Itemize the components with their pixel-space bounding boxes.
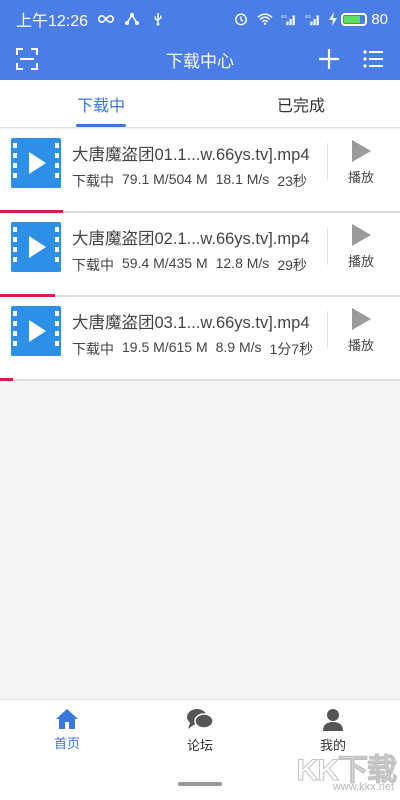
app-bar: 下载中心 xyxy=(0,38,400,80)
download-eta: 29秒 xyxy=(277,257,307,273)
download-meta: 下载中 59.4 M/435 M 12.8 M/s 29秒 xyxy=(72,255,307,275)
download-item[interactable]: 大唐魔盗团01.1...w.66ys.tv].mp4 下载中 79.1 M/50… xyxy=(0,129,400,213)
play-button[interactable]: 播放 xyxy=(335,223,387,279)
battery-indicator: 80 xyxy=(329,11,388,28)
divider xyxy=(327,311,328,349)
divider xyxy=(327,227,328,265)
plus-icon xyxy=(319,49,339,69)
download-status: 下载中 xyxy=(72,173,114,189)
battery-level: 80 xyxy=(371,10,388,28)
home-indicator[interactable] xyxy=(178,782,222,786)
file-name: 大唐魔盗团01.1...w.66ys.tv].mp4 xyxy=(72,146,310,164)
divider xyxy=(327,143,328,181)
home-icon xyxy=(56,709,78,729)
alarm-icon xyxy=(235,13,248,26)
download-size: 19.5 M/615 M xyxy=(122,339,208,355)
tab-completed[interactable]: 已完成 xyxy=(250,80,352,128)
status-bar: 上午12:26 4G 4G 80 xyxy=(0,0,400,38)
play-button[interactable]: 播放 xyxy=(335,307,387,363)
scan-icon xyxy=(16,48,38,70)
watermark-url: www.kkx.net xyxy=(332,781,394,793)
battery-icon xyxy=(341,12,368,26)
list-icon xyxy=(363,50,383,68)
file-name: 大唐魔盗团03.1...w.66ys.tv].mp4 xyxy=(72,314,310,332)
play-icon xyxy=(352,224,371,246)
wifi-icon xyxy=(257,13,273,26)
status-time: 上午12:26 xyxy=(16,13,89,30)
watermark: KK下载 www.kkx.net xyxy=(282,745,400,797)
progress-bar xyxy=(0,378,13,381)
download-status: 下载中 xyxy=(72,257,114,273)
video-file-icon xyxy=(11,222,61,272)
svg-text:4G: 4G xyxy=(305,14,311,19)
download-size: 79.1 M/504 M xyxy=(122,171,208,187)
play-icon xyxy=(352,308,371,330)
download-speed: 8.9 M/s xyxy=(215,339,262,355)
nav-forum[interactable]: 论坛 xyxy=(160,708,240,762)
tab-downloading[interactable]: 下载中 xyxy=(50,80,152,128)
chat-icon xyxy=(187,709,214,729)
download-speed: 18.1 M/s xyxy=(215,171,270,187)
video-thumbnail xyxy=(11,222,61,272)
nav-label: 论坛 xyxy=(186,738,213,753)
download-eta: 23秒 xyxy=(277,173,307,189)
video-thumbnail xyxy=(11,138,61,188)
charging-icon xyxy=(329,12,338,26)
download-size: 59.4 M/435 M xyxy=(122,255,208,271)
download-item[interactable]: 大唐魔盗团02.1...w.66ys.tv].mp4 下载中 59.4 M/43… xyxy=(0,213,400,297)
play-label: 播放 xyxy=(347,254,374,269)
video-file-icon xyxy=(11,306,61,356)
scan-button[interactable] xyxy=(12,44,42,74)
video-file-icon xyxy=(11,138,61,188)
play-label: 播放 xyxy=(347,338,374,353)
infinity-icon xyxy=(98,14,115,24)
signal-icon: 4G xyxy=(305,14,320,26)
svg-text:4G: 4G xyxy=(281,14,287,19)
download-list: 大唐魔盗团01.1...w.66ys.tv].mp4 下载中 79.1 M/50… xyxy=(0,129,400,381)
add-button[interactable] xyxy=(314,44,344,74)
nav-label: 首页 xyxy=(53,736,80,751)
nav-home[interactable]: 首页 xyxy=(27,708,107,762)
download-speed: 12.8 M/s xyxy=(215,255,270,271)
menu-button[interactable] xyxy=(358,44,388,74)
video-thumbnail xyxy=(11,306,61,356)
play-button[interactable]: 播放 xyxy=(335,139,387,195)
signal-icon: 4G xyxy=(281,14,296,26)
download-meta: 下载中 79.1 M/504 M 18.1 M/s 23秒 xyxy=(72,171,307,191)
file-name: 大唐魔盗团02.1...w.66ys.tv].mp4 xyxy=(72,230,310,248)
play-label: 播放 xyxy=(347,170,374,185)
tab-bar: 下载中 已完成 xyxy=(0,80,400,128)
download-item[interactable]: 大唐魔盗团03.1...w.66ys.tv].mp4 下载中 19.5 M/61… xyxy=(0,297,400,381)
tab-indicator xyxy=(76,124,126,127)
download-eta: 1分7秒 xyxy=(269,341,314,357)
share-icon xyxy=(125,13,140,25)
download-meta: 下载中 19.5 M/615 M 8.9 M/s 1分7秒 xyxy=(72,339,313,359)
play-icon xyxy=(352,140,371,162)
usb-icon xyxy=(154,12,162,26)
download-status: 下载中 xyxy=(72,341,114,357)
person-icon xyxy=(323,709,343,731)
